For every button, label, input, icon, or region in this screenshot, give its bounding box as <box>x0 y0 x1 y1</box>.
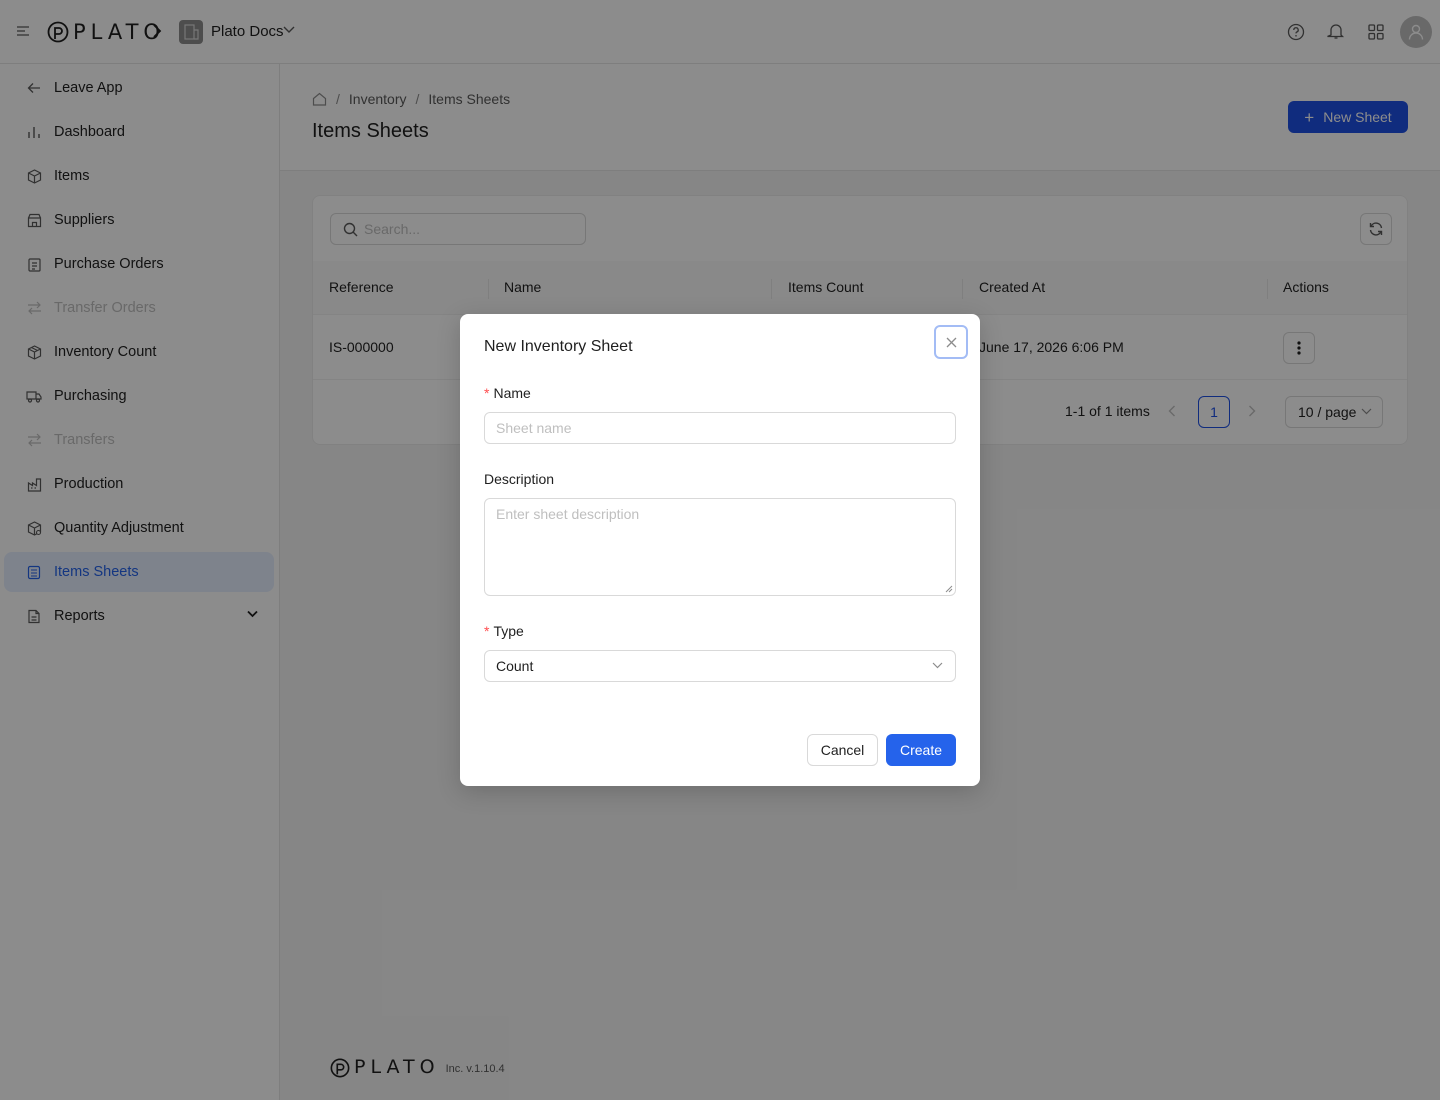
cancel-button[interactable]: Cancel <box>807 734 878 766</box>
close-icon <box>946 337 956 347</box>
close-button[interactable] <box>934 325 968 359</box>
new-sheet-dialog: New Inventory Sheet * Name Sheet name Des… <box>460 314 980 786</box>
create-button[interactable]: Create <box>886 734 956 766</box>
sheet-name-input[interactable]: Sheet name <box>484 412 956 444</box>
name-label: * Name <box>484 385 531 401</box>
chevron-down-icon <box>932 662 943 669</box>
required-mark: * <box>484 623 490 639</box>
dialog-title: New Inventory Sheet <box>484 338 633 355</box>
description-textarea[interactable]: Enter sheet description <box>484 498 956 596</box>
type-label: * Type <box>484 623 524 639</box>
resize-grip-icon[interactable] <box>945 585 953 593</box>
description-label: Description <box>484 471 555 487</box>
description-placeholder: Enter sheet description <box>496 506 640 522</box>
type-value: Count <box>496 658 534 674</box>
sheet-name-placeholder: Sheet name <box>496 420 572 436</box>
type-select[interactable]: Count <box>484 650 956 682</box>
required-mark: * <box>484 385 490 401</box>
